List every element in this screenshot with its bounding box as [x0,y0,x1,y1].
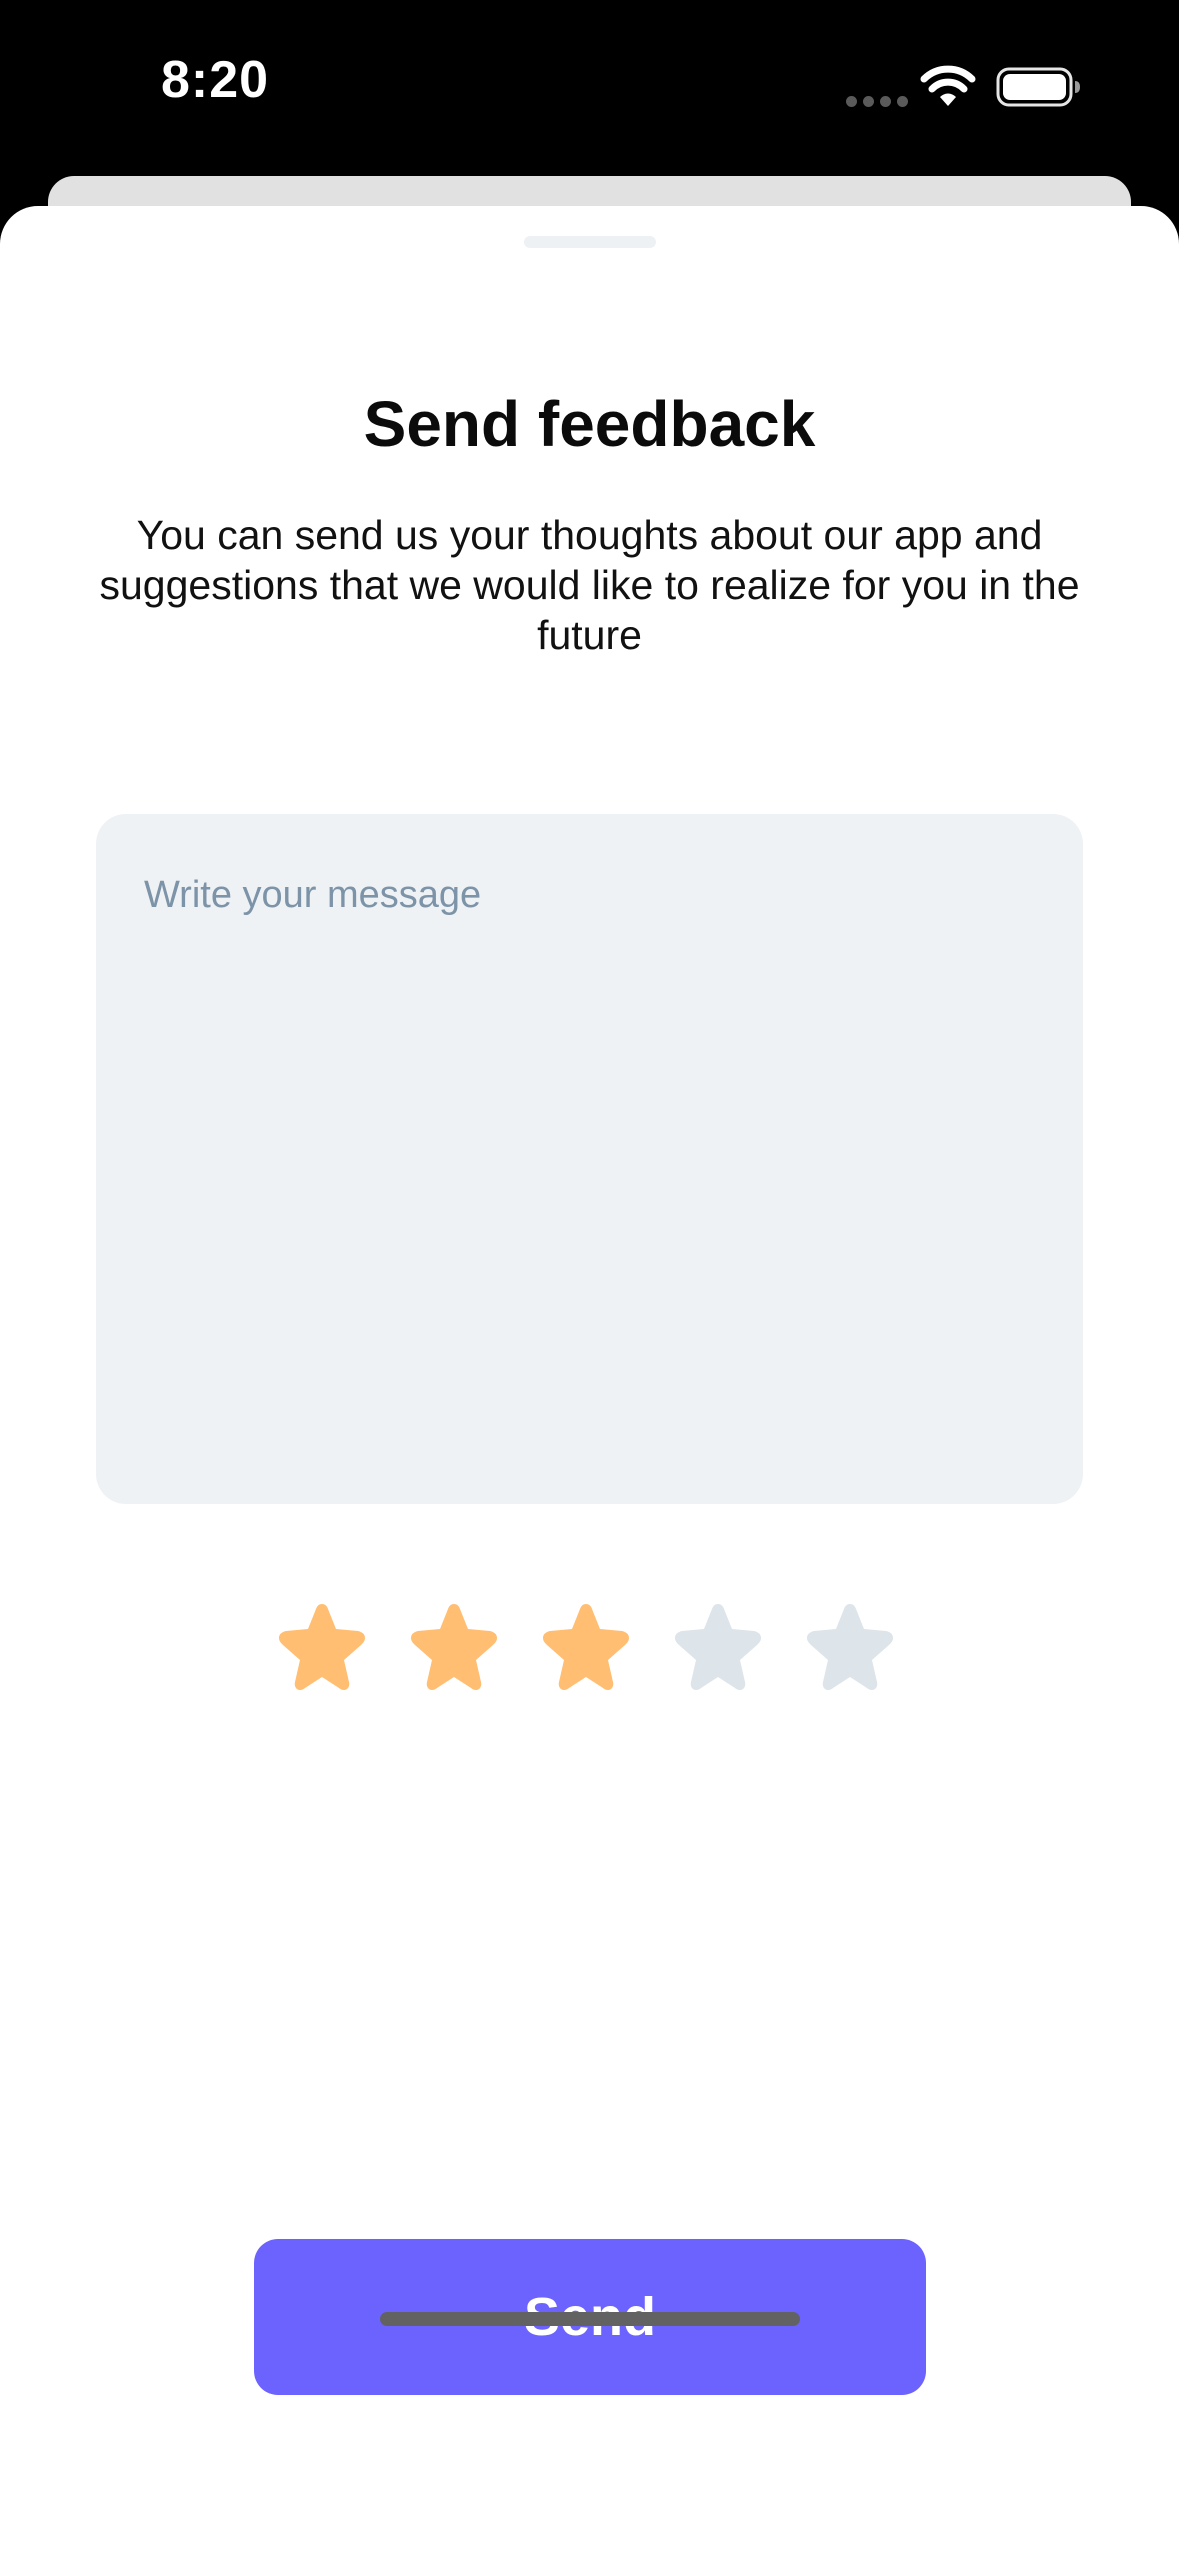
battery-icon [996,67,1080,107]
wifi-icon [920,65,976,106]
cellular-signal-icon [846,96,908,107]
sheet-description: You can send us your thoughts about our … [99,512,1080,658]
star-empty-icon[interactable] [800,1598,900,1698]
star-filled-icon[interactable] [536,1598,636,1698]
star-rating [272,1598,900,1698]
star-empty-icon[interactable] [668,1598,768,1698]
star-filled-icon[interactable] [272,1598,372,1698]
status-time: 8:20 [160,51,270,109]
star-filled-icon[interactable] [404,1598,504,1698]
message-input[interactable] [96,814,1083,1504]
feedback-sheet: Send feedback You can send us your thoug… [0,206,1179,2556]
status-bar: 8:20 [0,0,1179,176]
home-indicator [380,2312,800,2326]
sheet-title: Send feedback [363,388,816,460]
sheet-grabber[interactable] [524,236,656,248]
